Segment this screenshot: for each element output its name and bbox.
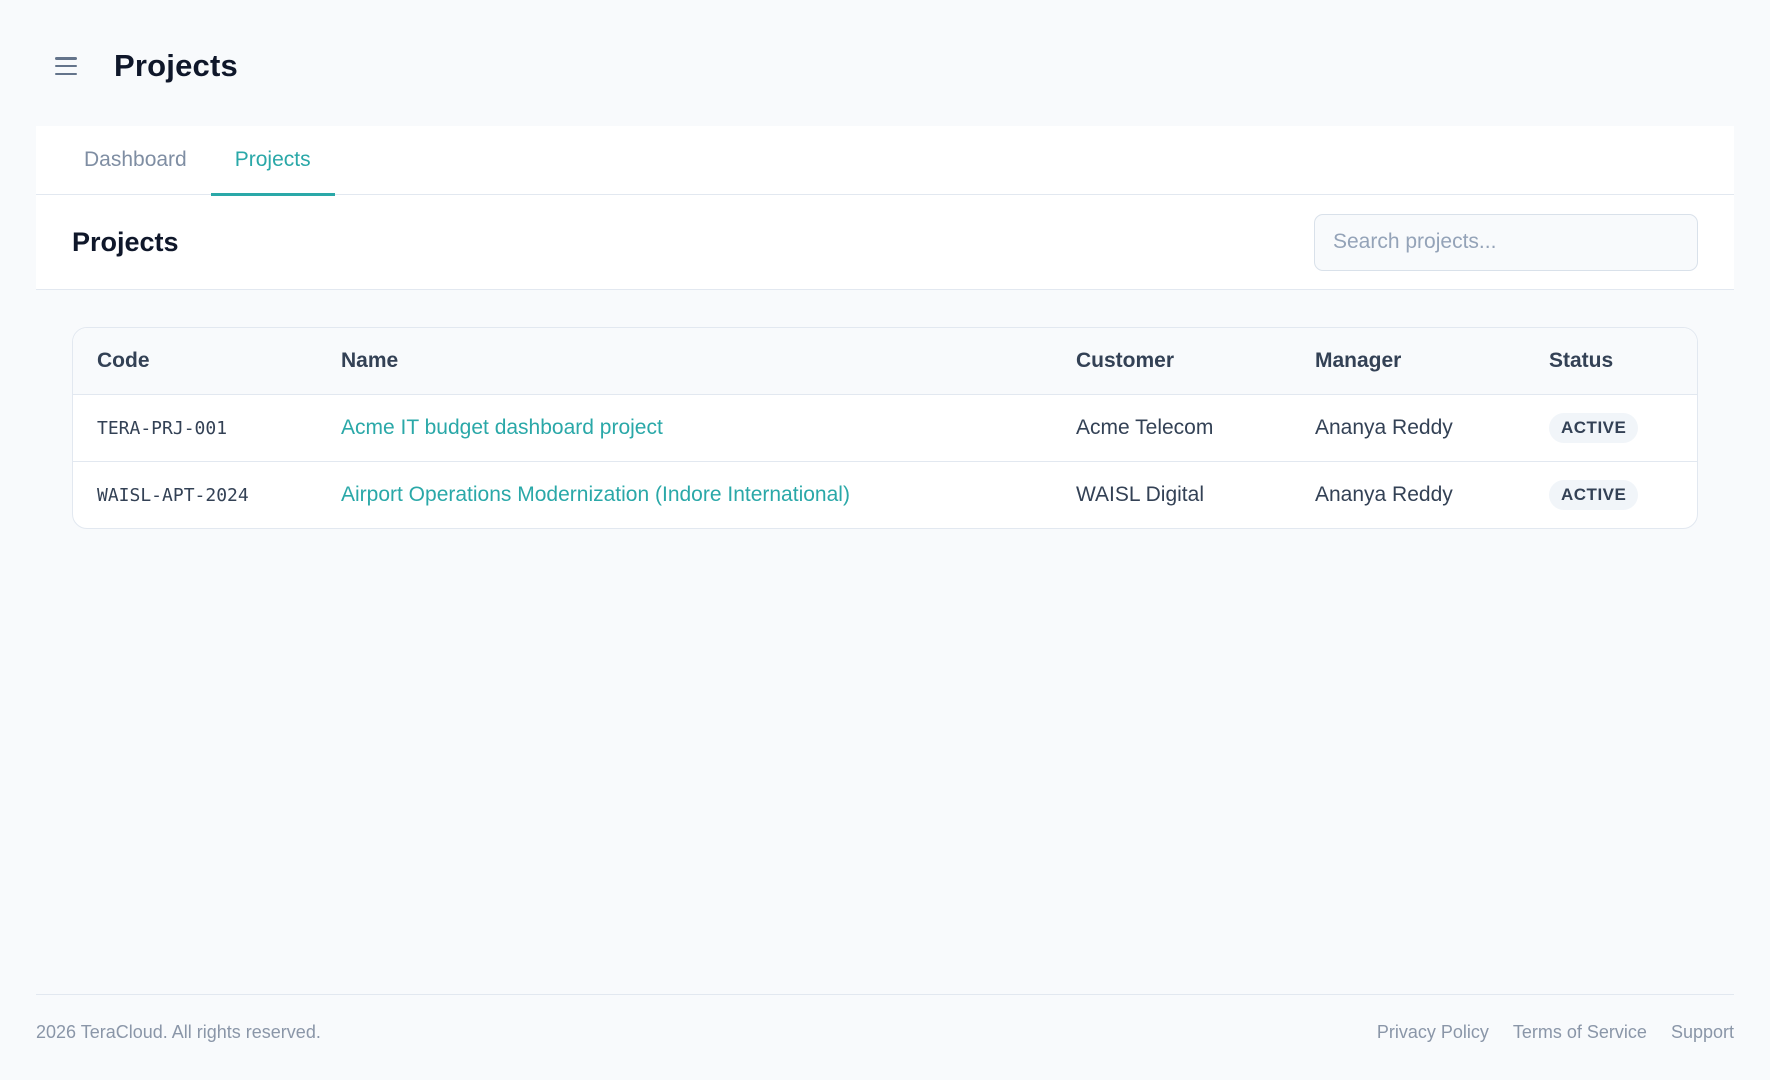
column-header-status: Status [1525,328,1697,395]
table-header-row: Code Name Customer Manager Status [73,328,1697,395]
column-header-code: Code [73,328,317,395]
project-code: WAISL-APT-2024 [97,484,249,506]
copyright-text: 2026 TeraCloud. All rights reserved. [36,1022,321,1042]
status-badge: ACTIVE [1549,479,1639,510]
cell-status: ACTIVE [1525,461,1697,528]
tab-bar: Dashboard Projects [36,125,1734,196]
cell-customer: WAISL Digital [1076,482,1204,506]
main-panel: Dashboard Projects Projects Code Name Cu… [36,126,1734,529]
column-header-name: Name [317,328,1052,395]
page-title: Projects [114,48,238,83]
app-page: Projects Dashboard Projects Projects Cod… [0,0,1770,1080]
cell-customer: Acme Telecom [1052,394,1291,462]
table-row: WAISL-APT-2024 Airport Operations Modern… [73,461,1697,528]
cell-name: Acme IT budget dashboard project [317,394,1052,462]
page-footer: 2026 TeraCloud. All rights reserved. Pri… [36,994,1734,1070]
hamburger-menu-icon[interactable] [36,36,96,96]
cell-code: WAISL-APT-2024 [73,461,317,528]
top-header: Projects [36,36,238,96]
project-name-link[interactable]: Airport Operations Modernization (Indore… [341,483,850,506]
support-link[interactable]: Support [1671,1022,1734,1043]
section-title: Projects [72,226,179,257]
project-name-link[interactable]: Acme IT budget dashboard project [341,416,663,439]
cell-code: TERA-PRJ-001 [73,394,317,462]
terms-of-service-link[interactable]: Terms of Service [1513,1022,1647,1043]
footer-links: Privacy Policy Terms of Service Support [1377,1022,1734,1043]
projects-table: Code Name Customer Manager Status TERA-P… [72,327,1698,529]
project-code: TERA-PRJ-001 [97,417,228,439]
cell-status: ACTIVE [1525,394,1697,462]
search-input[interactable] [1314,213,1698,271]
cell-manager: Ananya Reddy [1315,482,1453,506]
privacy-policy-link[interactable]: Privacy Policy [1377,1022,1489,1043]
table-row: TERA-PRJ-001 Acme IT budget dashboard pr… [73,394,1697,462]
tab-projects[interactable]: Projects [210,125,335,196]
tab-dashboard[interactable]: Dashboard [60,125,211,194]
section-header: Projects [36,195,1734,290]
column-header-customer: Customer [1052,328,1291,395]
status-badge: ACTIVE [1549,412,1639,443]
cell-manager: Ananya Reddy [1291,394,1525,462]
cell-name: Airport Operations Modernization (Indore… [317,461,1052,528]
column-header-manager: Manager [1291,328,1525,395]
